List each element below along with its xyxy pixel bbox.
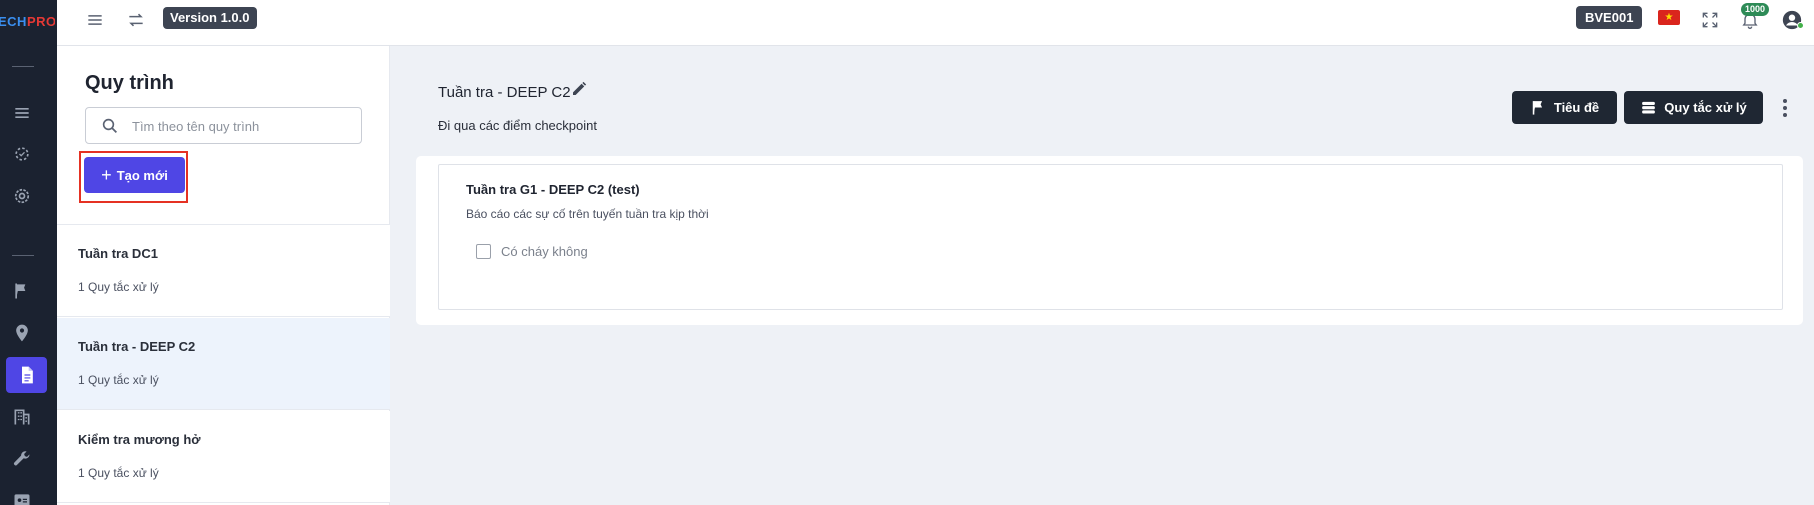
create-button-highlight: + Tạo mới: [79, 151, 188, 203]
fullscreen-icon[interactable]: [1698, 8, 1722, 32]
create-button-label: Tạo mới: [116, 167, 168, 183]
stack-icon: [1642, 101, 1656, 114]
id-card-icon[interactable]: [10, 489, 34, 505]
section-description: Báo cáo các sự cố trên tuyến tuần tra kị…: [466, 207, 709, 221]
document-icon[interactable]: [6, 357, 47, 393]
process-name: Tuần tra DC1: [78, 246, 158, 261]
form-card: Tuần tra G1 - DEEP C2 (test) Báo cáo các…: [416, 156, 1803, 325]
site-code-badge[interactable]: BVE001: [1576, 6, 1643, 29]
vietnam-flag-icon[interactable]: ★: [1658, 10, 1680, 25]
panel-title: Quy trình: [85, 72, 174, 94]
process-description: Đi qua các điểm checkpoint: [438, 118, 597, 133]
process-list-item[interactable]: Tuần tra DC1 1 Quy tắc xử lý: [57, 225, 390, 317]
notification-count-badge: 1000: [1741, 3, 1770, 16]
process-rule-count: 1 Quy tắc xử lý: [78, 466, 159, 480]
brand-logo[interactable]: ECHPRO: [0, 14, 55, 29]
process-list-panel: Quy trình + Tạo mới Tuần tra DC1 1 Quy t…: [57, 46, 390, 505]
building-icon[interactable]: [10, 405, 34, 429]
create-new-button[interactable]: + Tạo mới: [84, 157, 185, 193]
dashboard-icon[interactable]: [10, 142, 34, 166]
checkbox-row[interactable]: Có cháy không: [476, 244, 588, 259]
process-list-item[interactable]: Kiểm tra mương hở 1 Quy tắc xử lý: [57, 411, 390, 503]
flag-icon: [1532, 101, 1542, 115]
settings-icon[interactable]: [10, 184, 34, 208]
form-section: Tuần tra G1 - DEEP C2 (test) Báo cáo các…: [438, 164, 1783, 310]
process-name: Kiểm tra mương hở: [78, 432, 201, 447]
title-button-label: Tiêu đề: [1553, 100, 1600, 115]
processing-rules-button[interactable]: Quy tắc xử lý: [1624, 91, 1763, 124]
wrench-icon[interactable]: [10, 447, 34, 471]
edit-pencil-icon[interactable]: [570, 80, 588, 98]
process-name: Tuần tra - DEEP C2: [78, 339, 196, 354]
process-rule-count: 1 Quy tắc xử lý: [78, 280, 159, 294]
top-bar: Version 1.0.0 BVE001 ★ 1000: [57, 0, 1814, 46]
title-button[interactable]: Tiêu đề: [1512, 91, 1617, 124]
section-title: Tuần tra G1 - DEEP C2 (test): [466, 182, 640, 197]
location-pin-icon[interactable]: [10, 321, 34, 345]
search-box[interactable]: [85, 107, 362, 144]
version-badge: Version 1.0.0: [163, 7, 257, 29]
swap-arrows-icon[interactable]: [124, 8, 148, 32]
hamburger-menu-icon[interactable]: [83, 8, 107, 32]
checkbox-label: Có cháy không: [501, 244, 588, 259]
search-icon: [102, 118, 118, 134]
menu-icon[interactable]: [10, 101, 34, 125]
search-input[interactable]: [132, 116, 352, 136]
rail-divider: [12, 255, 34, 256]
flag-icon[interactable]: [10, 279, 34, 303]
process-list-item-selected[interactable]: Tuần tra - DEEP C2 1 Quy tắc xử lý: [57, 318, 390, 410]
more-options-icon[interactable]: [1777, 96, 1793, 120]
rail-divider: [12, 66, 34, 67]
online-status-dot: [1797, 22, 1804, 29]
process-rule-count: 1 Quy tắc xử lý: [78, 373, 159, 387]
process-title: Tuần tra - DEEP C2: [438, 84, 571, 101]
fire-checkbox[interactable]: [476, 244, 491, 259]
plus-icon: +: [101, 165, 112, 185]
sidebar-rail: ECHPRO: [0, 0, 57, 505]
rules-button-label: Quy tắc xử lý: [1664, 100, 1747, 115]
